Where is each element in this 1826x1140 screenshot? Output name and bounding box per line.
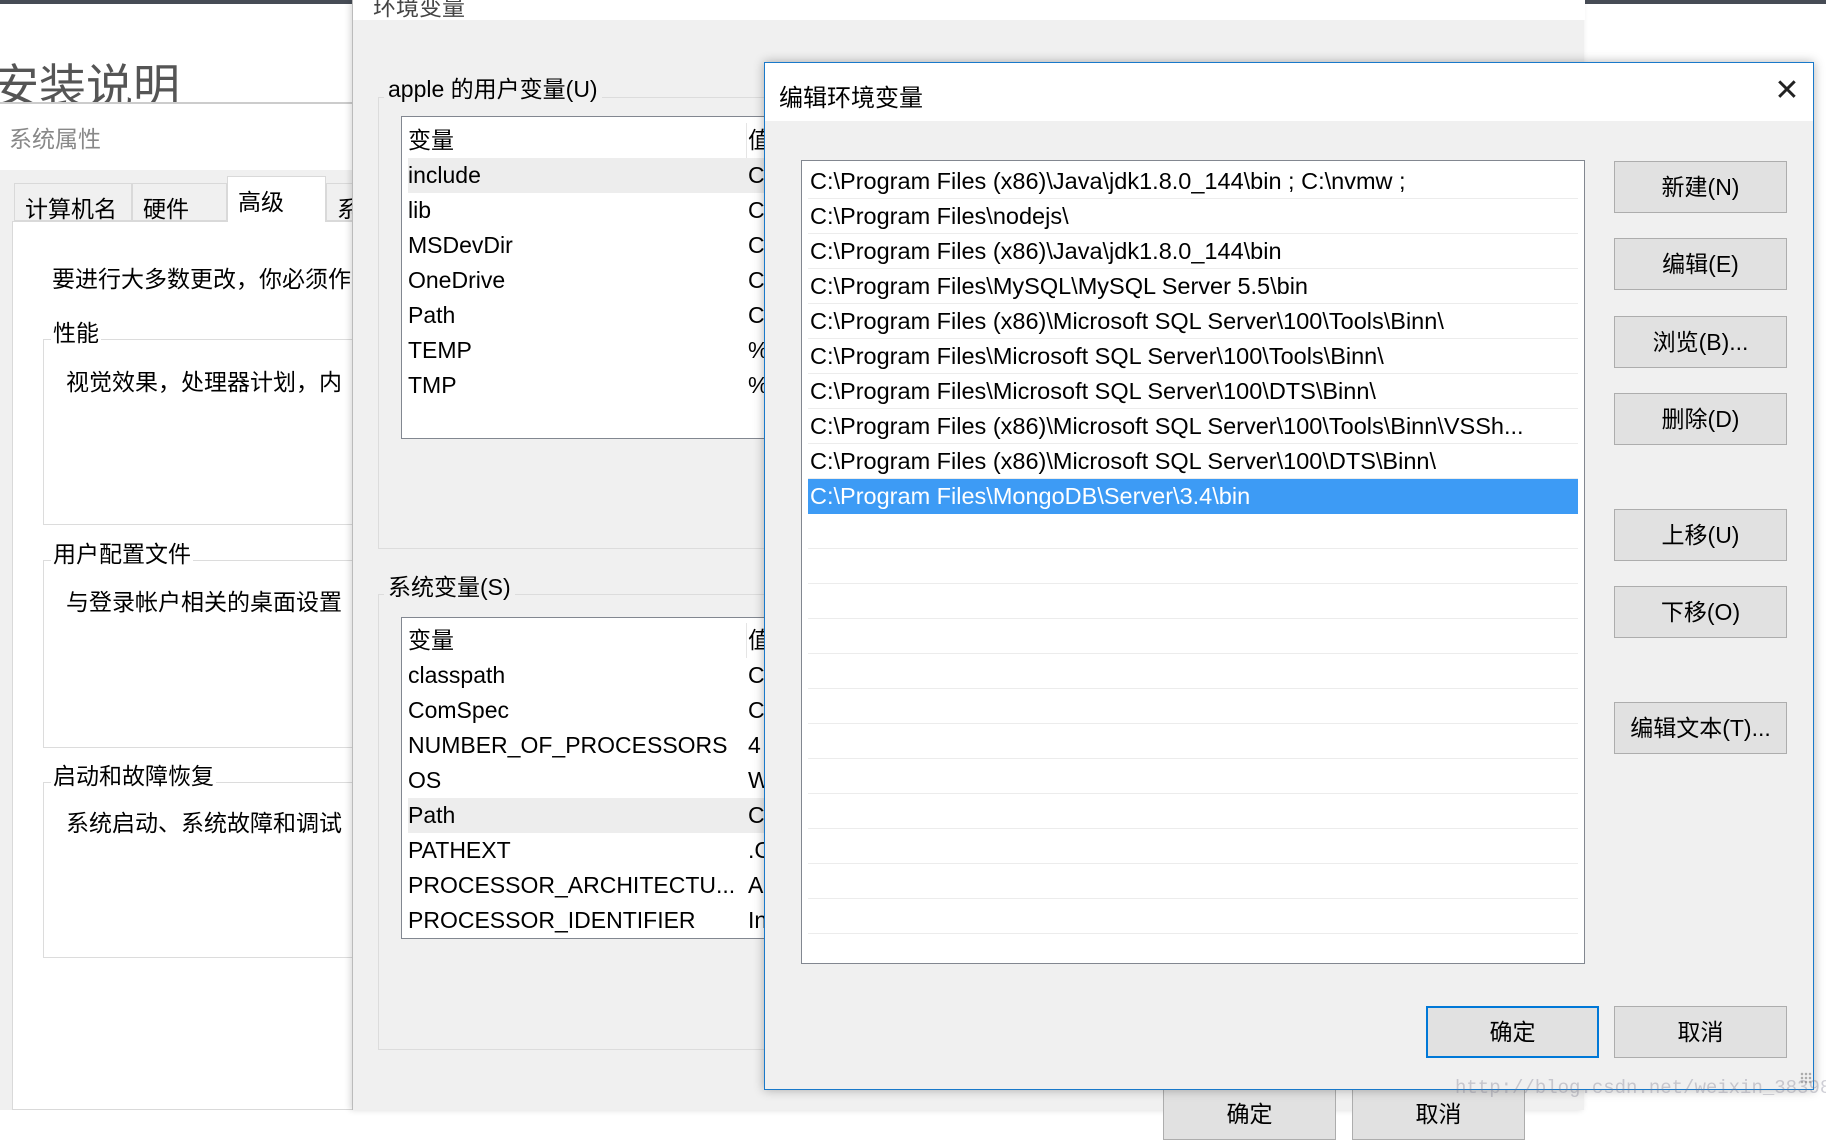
startup-recovery-text: 系统启动、系统故障和调试 <box>66 810 342 836</box>
tab-computer-name[interactable]: 计算机名 <box>14 183 132 221</box>
variable-name: Path <box>408 302 456 328</box>
variable-name: include <box>408 162 481 188</box>
dialog-title: 编辑环境变量 <box>779 85 923 112</box>
variable-name: TEMP <box>408 337 472 363</box>
empty-path-row[interactable] <box>808 549 1578 584</box>
variable-value: C <box>748 802 765 828</box>
empty-path-row[interactable] <box>808 584 1578 619</box>
path-item[interactable]: C:\Program Files\Microsoft SQL Server\10… <box>808 374 1578 409</box>
empty-path-row[interactable] <box>808 689 1578 724</box>
variable-value: C <box>748 302 765 328</box>
path-item[interactable]: C:\Program Files (x86)\Java\jdk1.8.0_144… <box>808 234 1578 269</box>
advanced-tab-panel: 要进行大多数更改，你必须作 性能 视觉效果，处理器计划，内 用户配置文件 与登录… <box>12 221 363 1110</box>
path-item[interactable]: C:\Program Files\MySQL\MySQL Server 5.5\… <box>808 269 1578 304</box>
performance-label: 性能 <box>51 314 101 348</box>
edit-text-button[interactable]: 编辑文本(T)... <box>1614 702 1787 754</box>
system-vars-label: 系统变量(S) <box>384 568 515 602</box>
tab-advanced[interactable]: 高级 <box>227 176 326 222</box>
variable-name: NUMBER_OF_PROCESSORS <box>408 732 728 758</box>
variable-value: C <box>748 662 765 688</box>
variable-value: A <box>748 872 764 898</box>
system-properties-titlebar: 系统属性 <box>0 104 352 176</box>
path-item[interactable]: C:\Program Files (x86)\Microsoft SQL Ser… <box>808 409 1578 444</box>
edit-env-var-dialog: 编辑环境变量 ✕ C:\Program Files (x86)\Java\jdk… <box>764 62 1814 1090</box>
path-item[interactable]: C:\Program Files (x86)\Microsoft SQL Ser… <box>808 444 1578 479</box>
column-header-name[interactable]: 变量 <box>408 127 454 153</box>
variable-name: OneDrive <box>408 267 506 293</box>
cancel-button[interactable]: 取消 <box>1614 1006 1787 1058</box>
edit-button[interactable]: 编辑(E) <box>1614 238 1787 290</box>
variable-name: PATHEXT <box>408 837 511 863</box>
variable-name: PROCESSOR_ARCHITECTU... <box>408 872 736 898</box>
path-item[interactable]: C:\Program Files\nodejs\ <box>808 199 1578 234</box>
path-item[interactable]: C:\Program Files\MongoDB\Server\3.4\bin <box>808 479 1578 514</box>
user-profiles-text: 与登录帐户相关的桌面设置 <box>66 589 342 615</box>
variable-value: 4 <box>748 732 761 758</box>
path-item[interactable]: C:\Program Files (x86)\Java\jdk1.8.0_144… <box>808 164 1578 199</box>
variable-value: C <box>748 197 765 223</box>
empty-path-row[interactable] <box>808 794 1578 829</box>
empty-path-row[interactable] <box>808 934 1578 963</box>
variable-name: ComSpec <box>408 697 509 723</box>
delete-button[interactable]: 删除(D) <box>1614 393 1787 445</box>
empty-path-row[interactable] <box>808 899 1578 934</box>
variable-name: OS <box>408 767 442 793</box>
variable-value: C <box>748 697 765 723</box>
path-item[interactable]: C:\Program Files (x86)\Microsoft SQL Ser… <box>808 304 1578 339</box>
ok-button[interactable]: 确定 <box>1426 1006 1599 1058</box>
watermark: http://blog.csdn.net/weixin_38398698 <box>1455 1077 1826 1099</box>
empty-path-row[interactable] <box>808 514 1578 549</box>
empty-path-row[interactable] <box>808 619 1578 654</box>
path-list[interactable]: C:\Program Files (x86)\Java\jdk1.8.0_144… <box>801 160 1585 964</box>
dialog-titlebar: 编辑环境变量 ✕ <box>765 63 1813 121</box>
empty-path-row[interactable] <box>808 864 1578 899</box>
column-header-name[interactable]: 变量 <box>408 627 454 653</box>
empty-path-row[interactable] <box>808 654 1578 689</box>
move-up-button[interactable]: 上移(U) <box>1614 509 1787 561</box>
close-icon[interactable]: ✕ <box>1765 69 1809 113</box>
env-titlebar: 环境变量 <box>353 0 1585 20</box>
column-separator[interactable] <box>746 123 747 158</box>
path-item[interactable]: C:\Program Files\Microsoft SQL Server\10… <box>808 339 1578 374</box>
move-down-button[interactable]: 下移(O) <box>1614 586 1787 638</box>
variable-name: MSDevDir <box>408 232 513 258</box>
variable-name: PROCESSOR_IDENTIFIER <box>408 907 696 933</box>
variable-value: C <box>748 232 765 258</box>
system-properties-title: 系统属性 <box>9 126 101 152</box>
variable-name: lib <box>408 197 432 223</box>
variable-name: TMP <box>408 372 457 398</box>
env-window-title: 环境变量 <box>373 0 465 20</box>
system-properties-window: 安装说明 系统属性 计算机名 硬件 高级 系 要进行大多数更改，你必须作 性能 … <box>0 0 366 1110</box>
empty-path-row[interactable] <box>808 829 1578 864</box>
variable-name: classpath <box>408 662 506 688</box>
env-ok-button[interactable]: 确定 <box>1163 1088 1336 1140</box>
variable-name: Path <box>408 802 456 828</box>
empty-path-row[interactable] <box>808 759 1578 794</box>
browse-button[interactable]: 浏览(B)... <box>1614 316 1787 368</box>
column-separator[interactable] <box>746 623 747 658</box>
admin-note: 要进行大多数更改，你必须作 <box>52 266 351 292</box>
startup-recovery-label: 启动和故障恢复 <box>51 757 216 791</box>
user-vars-label: apple 的用户变量(U) <box>384 70 602 104</box>
variable-value: C <box>748 267 765 293</box>
performance-text: 视觉效果，处理器计划，内 <box>66 369 342 395</box>
user-profiles-label: 用户配置文件 <box>51 535 193 569</box>
empty-path-row[interactable] <box>808 724 1578 759</box>
tab-hardware[interactable]: 硬件 <box>132 183 227 221</box>
variable-value: C <box>748 162 765 188</box>
new-button[interactable]: 新建(N) <box>1614 161 1787 213</box>
